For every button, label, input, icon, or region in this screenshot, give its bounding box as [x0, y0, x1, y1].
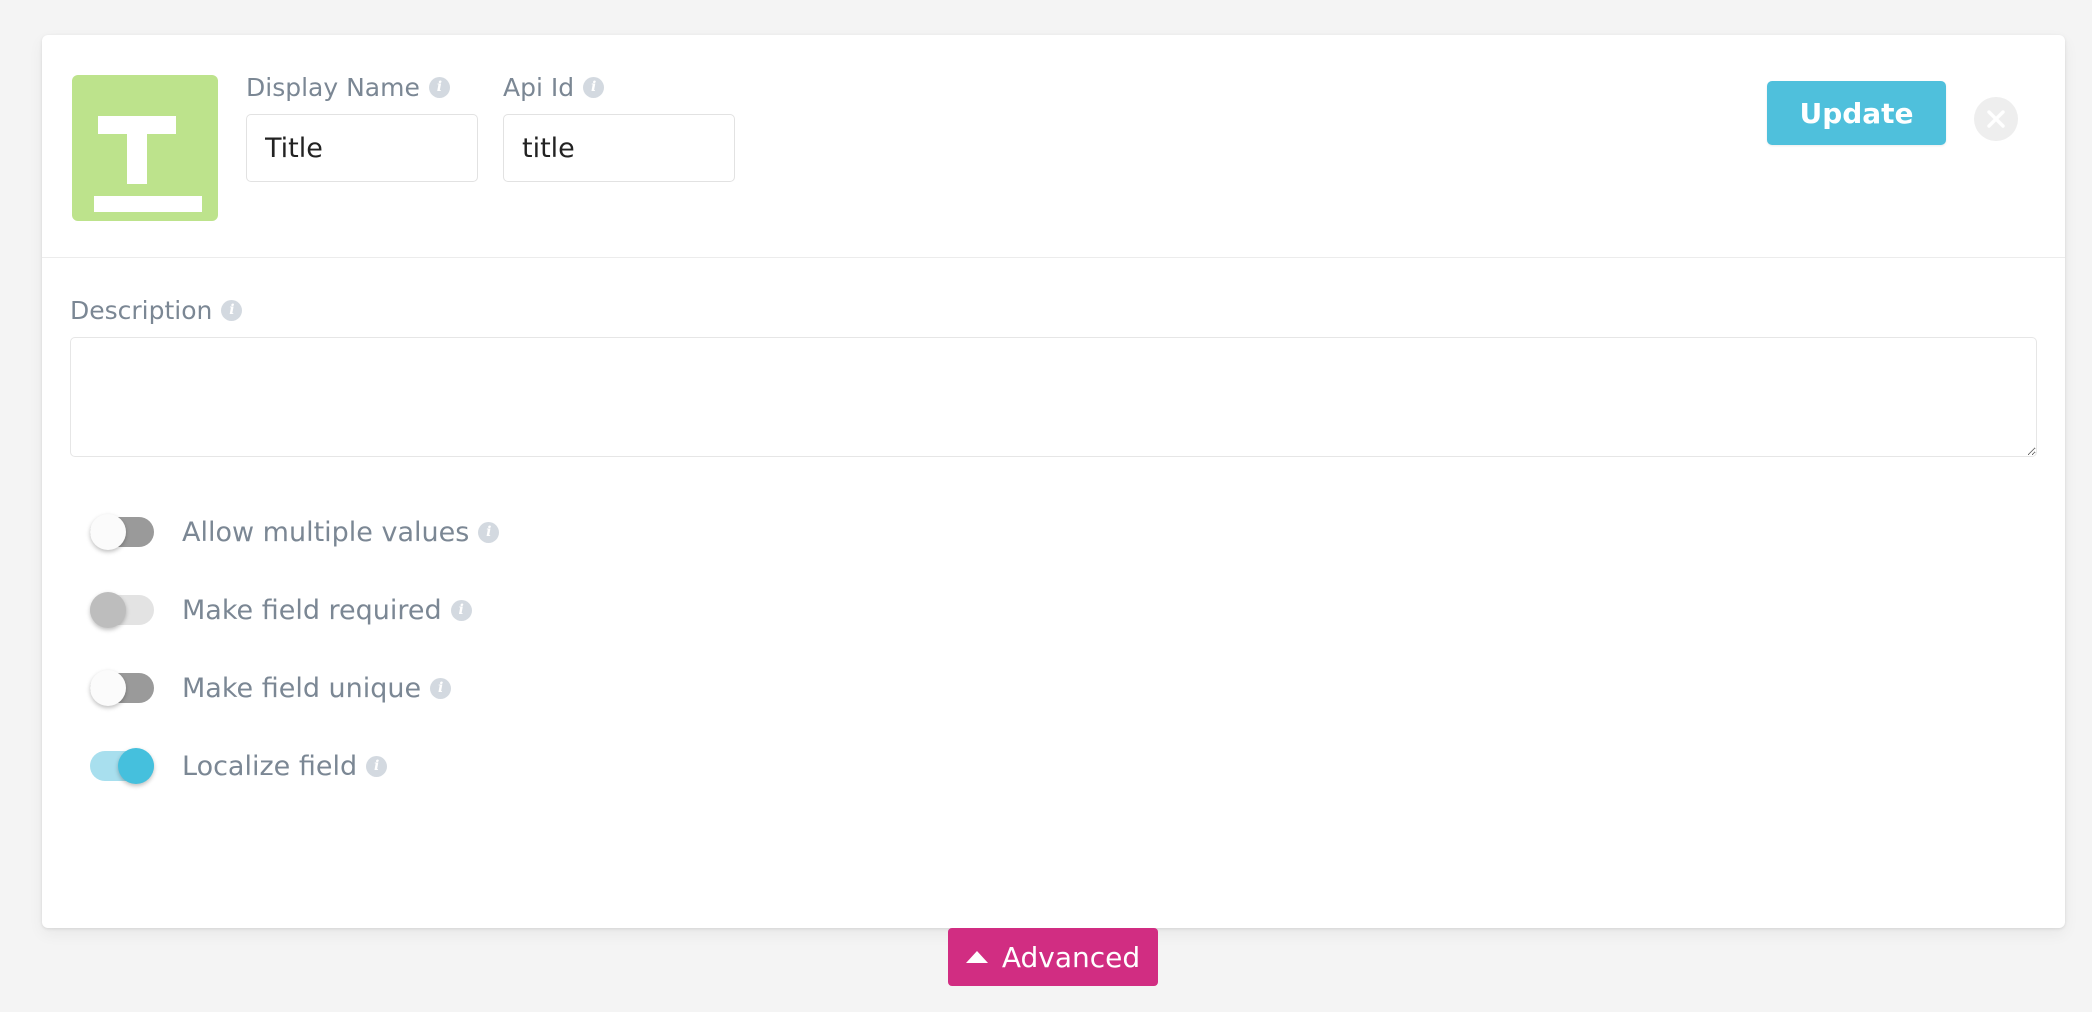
toggle-knob — [90, 670, 126, 706]
display-name-label-row: Display Name i — [246, 75, 478, 100]
api-id-label-row: Api Id i — [503, 75, 735, 100]
toggle-row-allow-multiple-values: Allow multiple values i — [70, 493, 2037, 571]
make-field-unique-label-row: Make field unique i — [182, 672, 452, 704]
display-name-info-icon[interactable]: i — [428, 77, 450, 98]
chevron-up-icon — [965, 951, 988, 963]
toggle-row-make-field-required: Make field required i — [70, 571, 2037, 649]
display-name-label: Display Name — [246, 73, 420, 102]
make-field-unique-toggle[interactable] — [90, 670, 154, 706]
description-info-icon[interactable]: i — [221, 300, 243, 321]
make-field-required-info-icon[interactable]: i — [450, 599, 472, 621]
toggle-row-make-field-unique: Make field unique i — [70, 649, 2037, 727]
text-type-icon-t-stem — [127, 116, 147, 184]
localize-field-info-icon[interactable]: i — [366, 755, 388, 777]
card-header: Display Name i Api Id i Update — [42, 35, 2065, 258]
make-field-required-toggle[interactable] — [90, 592, 154, 628]
update-button[interactable]: Update — [1767, 81, 1946, 145]
api-id-info-icon[interactable]: i — [583, 77, 605, 98]
allow-multiple-values-label: Allow multiple values — [182, 516, 470, 548]
advanced-button-label: Advanced — [1001, 940, 1141, 974]
description-textarea[interactable] — [70, 337, 2037, 457]
localize-field-label: Localize field — [182, 750, 358, 782]
api-id-label: Api Id — [503, 73, 575, 102]
api-id-input[interactable] — [503, 114, 735, 182]
display-name-input[interactable] — [246, 114, 478, 182]
localize-field-toggle[interactable] — [90, 748, 154, 784]
card-body: Description i Allow multiple values i Ma… — [42, 258, 2065, 805]
toggle-knob — [90, 592, 126, 628]
description-label-row: Description i — [70, 298, 2037, 323]
allow-multiple-values-label-row: Allow multiple values i — [182, 516, 500, 548]
description-label: Description — [70, 296, 213, 325]
make-field-required-label: Make field required — [182, 594, 442, 626]
text-type-icon-underline — [94, 196, 202, 212]
toggle-list: Allow multiple values i Make field requi… — [70, 493, 2037, 805]
api-id-group: Api Id i — [503, 75, 735, 182]
text-type-icon — [72, 75, 218, 221]
allow-multiple-values-toggle[interactable] — [90, 514, 154, 550]
field-settings-card: Display Name i Api Id i Update — [42, 35, 2065, 928]
page-root: Display Name i Api Id i Update — [0, 0, 2092, 1012]
make-field-required-label-row: Make field required i — [182, 597, 472, 624]
localize-field-label-row: Localize field i — [182, 750, 388, 782]
make-field-unique-label: Make field unique — [182, 672, 422, 704]
toggle-knob — [118, 748, 154, 784]
advanced-button[interactable]: Advanced — [948, 928, 1158, 986]
toggle-row-localize-field: Localize field i — [70, 727, 2037, 805]
allow-multiple-values-info-icon[interactable]: i — [478, 521, 500, 543]
close-icon — [1987, 110, 2005, 128]
close-button[interactable] — [1974, 97, 2018, 141]
make-field-unique-info-icon[interactable]: i — [430, 677, 452, 699]
display-name-group: Display Name i — [246, 75, 478, 182]
toggle-knob — [90, 514, 126, 550]
